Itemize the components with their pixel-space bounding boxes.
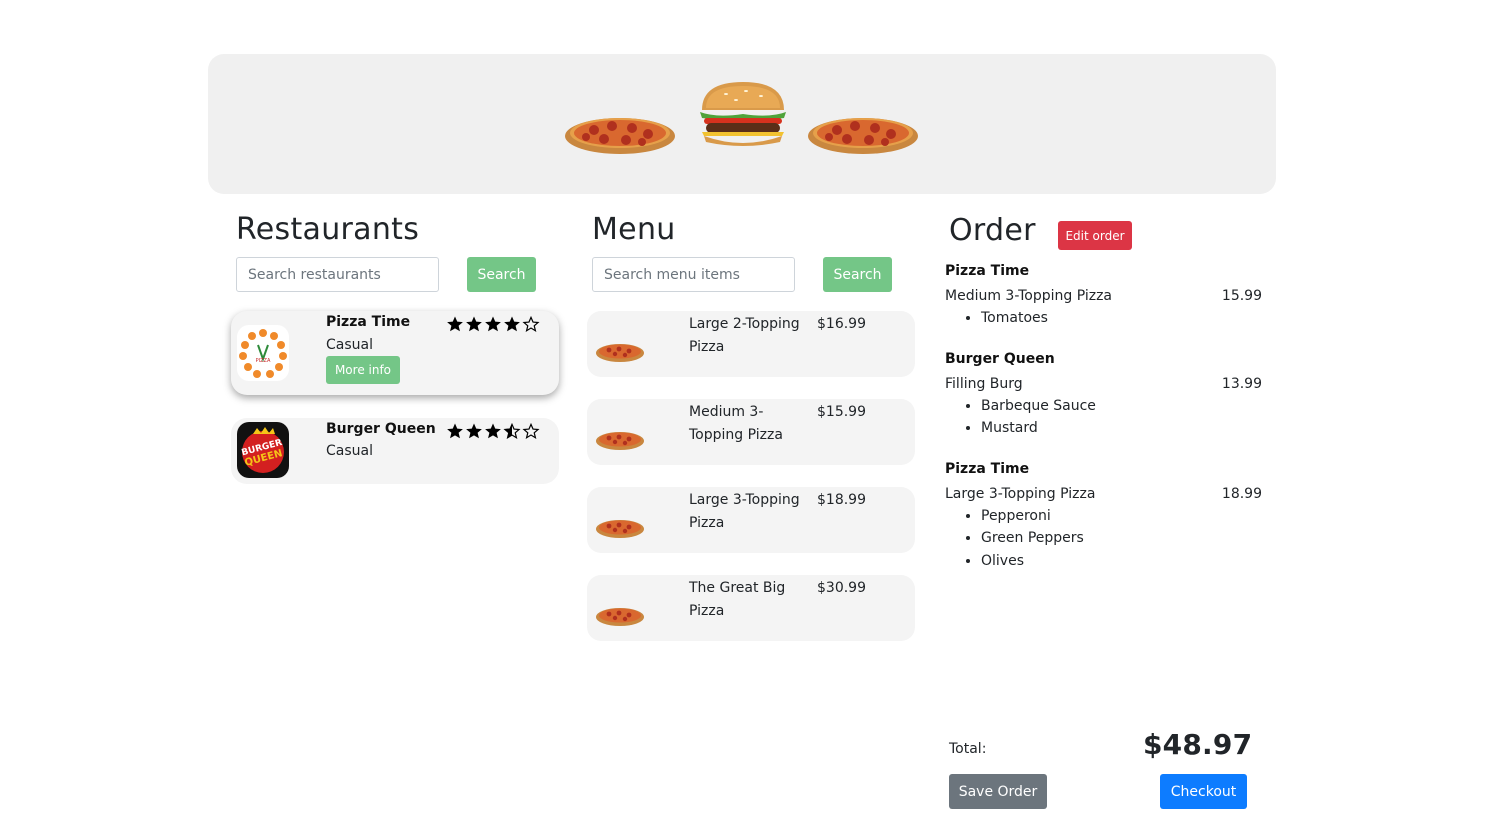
topping-item: Barbeque Sauce: [981, 395, 1265, 418]
checkout-button[interactable]: Checkout: [1160, 774, 1247, 809]
star-filled-icon: [504, 316, 520, 332]
order-item-price: 18.99: [1221, 485, 1262, 502]
topping-item: Pepperoni: [981, 505, 1265, 528]
order-restaurant-name: Pizza Time: [945, 263, 1030, 279]
order-restaurant-name: Burger Queen: [945, 350, 1055, 367]
menu-search-input[interactable]: [592, 257, 795, 292]
topping-list: Pepperoni Green Peppers Olives: [945, 505, 1265, 573]
star-half-icon: [503, 422, 521, 440]
order-item-price: 13.99: [1221, 375, 1262, 392]
burger-queen-logo: BURGER QUEEN: [237, 422, 289, 478]
order-item-name: Medium 3-Topping Pizza: [945, 288, 1113, 304]
pizza-time-logo: PIZZA: [237, 325, 289, 381]
order-item-name: Large 3-Topping Pizza: [945, 485, 1096, 502]
menu-item-name: Large 3-Topping Pizza: [689, 492, 800, 531]
restaurants-heading: Restaurants: [236, 212, 420, 247]
topping-list: Barbeque Sauce Mustard: [945, 395, 1265, 440]
order-item-price: 15.99: [1221, 288, 1262, 304]
menu-item-name: The Great Big Pizza: [689, 580, 786, 619]
more-info-button[interactable]: More info: [326, 356, 400, 384]
pizza-icon: [596, 608, 644, 626]
pizza-image: [565, 118, 675, 154]
pizza-icon: [596, 520, 644, 538]
menu-item-card[interactable]: The Great Big Pizza $30.99: [587, 575, 915, 641]
pizza-icon: [596, 432, 644, 450]
order-group: Pizza Time Large 3-Topping Pizza 18.99 P…: [945, 458, 1265, 573]
star-filled-icon: [447, 316, 463, 332]
menu-heading: Menu: [592, 212, 676, 247]
menu-item-price: $15.99: [817, 404, 866, 420]
restaurant-type: Casual: [326, 443, 373, 459]
restaurant-name: Pizza Time: [326, 314, 411, 330]
order-item-name: Filling Burg: [945, 375, 1023, 392]
star-filled-icon: [466, 316, 482, 332]
star-empty-icon: [522, 422, 540, 440]
menu-item-price: $18.99: [817, 492, 866, 508]
order-list: Pizza Time Medium 3-Topping Pizza 15.99 …: [945, 260, 1265, 590]
menu-search-button[interactable]: Search: [823, 257, 892, 292]
star-filled-icon: [447, 423, 463, 439]
edit-order-button[interactable]: Edit order: [1058, 221, 1132, 250]
restaurant-name: Burger Queen: [326, 421, 436, 437]
restaurant-card-burger-queen[interactable]: BURGER QUEEN Burger Queen Casual: [231, 418, 559, 484]
total-amount: $48.97: [1143, 728, 1253, 761]
menu-item-name: Medium 3-Topping Pizza: [689, 404, 783, 443]
hero-banner: [208, 54, 1276, 194]
order-group: Pizza Time Medium 3-Topping Pizza 15.99 …: [945, 260, 1265, 330]
rating-stars: [446, 422, 540, 440]
pizza-icon: [596, 344, 644, 362]
menu-item-price: $30.99: [817, 580, 866, 596]
burger-image: [700, 82, 786, 146]
star-filled-icon: [485, 423, 501, 439]
order-item: Filling Burg 13.99: [945, 373, 1265, 395]
restaurant-search-input[interactable]: [236, 257, 439, 292]
topping-item: Mustard: [981, 417, 1265, 440]
save-order-button[interactable]: Save Order: [949, 774, 1047, 809]
menu-item-card[interactable]: Large 2-Topping Pizza $16.99: [587, 311, 915, 377]
topping-item: Olives: [981, 550, 1265, 573]
order-group: Burger Queen Filling Burg 13.99 Barbeque…: [945, 348, 1265, 440]
restaurant-type: Casual: [326, 337, 373, 353]
topping-item: Tomatoes: [981, 307, 1265, 330]
restaurant-search-button[interactable]: Search: [467, 257, 536, 292]
menu-item-price: $16.99: [817, 316, 866, 332]
menu-item-name: Large 2-Topping Pizza: [689, 316, 800, 355]
pizza-image: [808, 118, 918, 154]
order-item: Large 3-Topping Pizza 18.99: [945, 483, 1265, 505]
menu-item-card[interactable]: Large 3-Topping Pizza $18.99: [587, 487, 915, 553]
star-filled-icon: [485, 316, 501, 332]
order-heading: Order: [949, 213, 1036, 248]
topping-list: Tomatoes: [945, 307, 1265, 330]
order-restaurant-name: Pizza Time: [945, 460, 1030, 477]
star-filled-icon: [466, 423, 482, 439]
rating-stars: [446, 315, 540, 333]
topping-item: Green Peppers: [981, 527, 1265, 550]
star-empty-icon: [522, 315, 540, 333]
menu-item-card[interactable]: Medium 3-Topping Pizza $15.99: [587, 399, 915, 465]
restaurant-card-pizza-time[interactable]: PIZZA Pizza Time Casual More info: [231, 311, 559, 395]
svg-text:PIZZA: PIZZA: [256, 358, 271, 364]
total-label: Total:: [949, 741, 987, 757]
order-item: Medium 3-Topping Pizza 15.99: [945, 285, 1265, 307]
